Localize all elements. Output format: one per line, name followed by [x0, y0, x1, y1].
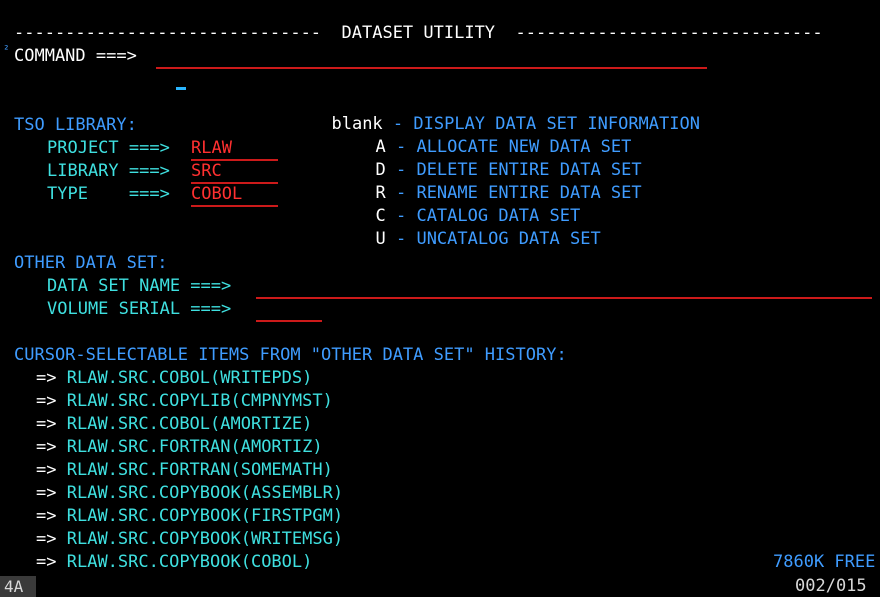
- option-code: U: [375, 229, 386, 249]
- type-input[interactable]: COBOL: [191, 183, 278, 207]
- other-data-set-heading: OTHER DATA SET:: [14, 253, 168, 273]
- project-input[interactable]: RLAW: [191, 137, 278, 161]
- text-cursor: [176, 67, 187, 90]
- option-delete: D - DELETE ENTIRE DATA SET: [355, 137, 641, 180]
- history-item[interactable]: => RLAW.SRC.COPYLIB(CMPNYMST): [36, 390, 333, 412]
- option-blank: blank - DISPLAY DATA SET INFORMATION: [311, 91, 699, 134]
- history-dsn[interactable]: RLAW.SRC.COPYLIB(CMPNYMST): [67, 391, 333, 411]
- history-item[interactable]: => RLAW.SRC.COBOL(AMORTIZE): [36, 413, 312, 435]
- history-arrow: =>: [36, 460, 57, 480]
- history-dsn[interactable]: RLAW.SRC.COPYBOOK(ASSEMBLR): [67, 483, 343, 503]
- library-input[interactable]: SRC: [191, 160, 278, 184]
- dsn-input[interactable]: [256, 275, 872, 299]
- history-arrow: =>: [36, 529, 57, 549]
- history-item[interactable]: => RLAW.SRC.FORTRAN(AMORTIZ): [36, 436, 323, 458]
- option-catalog: C - CATALOG DATA SET: [355, 183, 580, 226]
- history-item[interactable]: => RLAW.SRC.FORTRAN(SOMEMATH): [36, 459, 333, 481]
- history-item[interactable]: => RLAW.SRC.COPYBOOK(ASSEMBLR): [36, 482, 343, 504]
- free-space-indicator: 7860K FREE: [773, 552, 876, 572]
- command-label: COMMAND ===>: [14, 46, 137, 66]
- history-item[interactable]: => RLAW.SRC.COPYBOOK(FIRSTPGM): [36, 505, 343, 527]
- history-arrow: =>: [36, 414, 57, 434]
- field-marker: ²: [3, 43, 10, 56]
- history-dsn[interactable]: RLAW.SRC.COBOL(WRITEPDS): [67, 368, 313, 388]
- session-id-badge: 4A: [0, 576, 36, 597]
- history-dsn[interactable]: RLAW.SRC.COBOL(AMORTIZE): [67, 414, 313, 434]
- history-dsn[interactable]: RLAW.SRC.FORTRAN(AMORTIZ): [67, 437, 323, 457]
- history-arrow: =>: [36, 506, 57, 526]
- panel-title: ------------------------------ DATASET U…: [14, 23, 823, 43]
- library-label: LIBRARY ===>: [47, 161, 170, 181]
- dsn-label: DATA SET NAME ===>: [47, 276, 232, 296]
- history-dsn[interactable]: RLAW.SRC.COPYBOOK(WRITEMSG): [67, 529, 343, 549]
- history-dsn[interactable]: RLAW.SRC.COPYBOOK(FIRSTPGM): [67, 506, 343, 526]
- history-dsn[interactable]: RLAW.SRC.COPYBOOK(COBOL): [67, 552, 313, 572]
- option-uncatalog: U - UNCATALOG DATA SET: [355, 206, 600, 249]
- volser-input[interactable]: [256, 298, 322, 322]
- history-dsn[interactable]: RLAW.SRC.FORTRAN(SOMEMATH): [67, 460, 333, 480]
- history-arrow: =>: [36, 391, 57, 411]
- volser-label: VOLUME SERIAL ===>: [47, 299, 232, 319]
- type-label: TYPE ===>: [47, 184, 170, 204]
- history-heading: CURSOR-SELECTABLE ITEMS FROM "OTHER DATA…: [14, 345, 567, 365]
- history-arrow: =>: [36, 437, 57, 457]
- option-rename: R - RENAME ENTIRE DATA SET: [355, 160, 641, 203]
- option-allocate: A - ALLOCATE NEW DATA SET: [355, 114, 631, 157]
- history-arrow: =>: [36, 483, 57, 503]
- history-item[interactable]: => RLAW.SRC.COBOL(WRITEPDS): [36, 367, 312, 389]
- option-desc: UNCATALOG DATA SET: [416, 229, 601, 249]
- history-item[interactable]: => RLAW.SRC.COPYBOOK(WRITEMSG): [36, 528, 343, 550]
- history-arrow: =>: [36, 552, 57, 572]
- command-input[interactable]: [156, 45, 707, 90]
- tso-library-heading: TSO LIBRARY:: [14, 115, 137, 135]
- option-sep: -: [385, 229, 417, 249]
- history-item[interactable]: => RLAW.SRC.COPYBOOK(COBOL): [36, 551, 312, 573]
- history-arrow: =>: [36, 368, 57, 388]
- project-label: PROJECT ===>: [47, 138, 170, 158]
- cursor-position: 002/015: [795, 576, 867, 596]
